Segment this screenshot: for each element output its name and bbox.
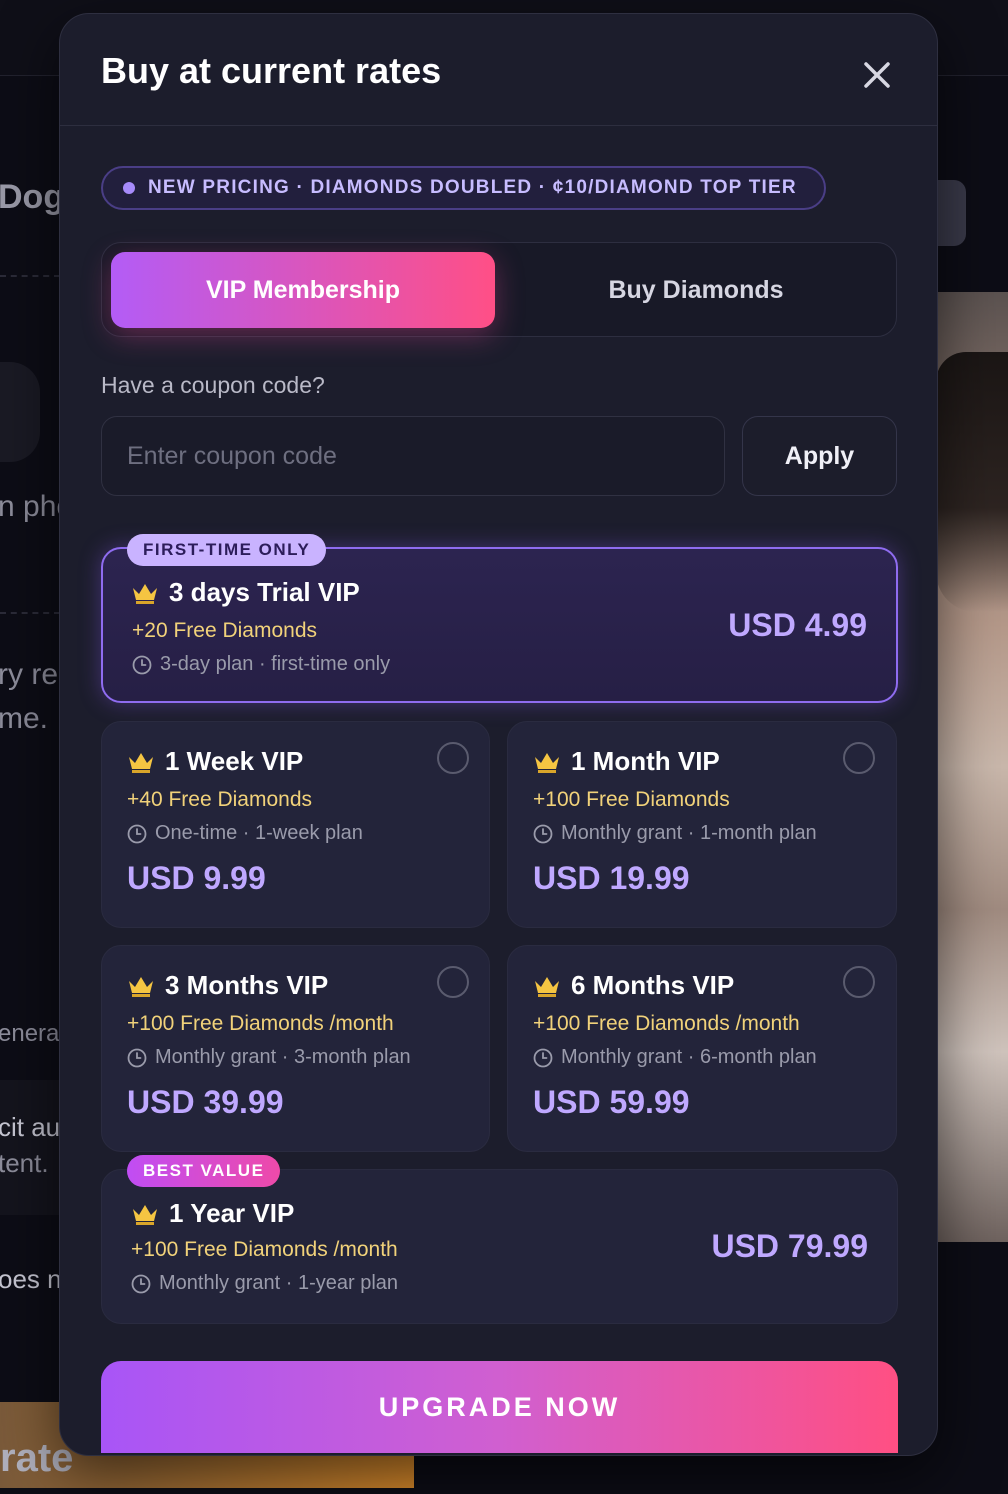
plan-title: 1 Week VIP bbox=[127, 746, 303, 777]
coupon-input[interactable] bbox=[101, 416, 725, 496]
plan-note-text: Monthly grant · 1-year plan bbox=[159, 1272, 399, 1294]
modal-header: Buy at current rates bbox=[60, 14, 937, 126]
plan-name: 1 Week VIP bbox=[165, 746, 304, 776]
coupon-label: Have a coupon code? bbox=[101, 372, 325, 398]
clock-icon bbox=[131, 1274, 151, 1293]
plan-bonus: +100 Free Diamonds /month bbox=[533, 1012, 800, 1035]
apply-button[interactable]: Apply bbox=[742, 416, 897, 496]
plan-title: 1 Month VIP bbox=[533, 746, 720, 777]
crown-icon bbox=[535, 752, 559, 773]
clock-icon bbox=[533, 1048, 553, 1067]
plan-note: One-time · 1-week plan bbox=[127, 822, 363, 845]
close-button[interactable] bbox=[858, 56, 896, 94]
plan-price: USD 9.99 bbox=[127, 860, 266, 896]
clock-icon bbox=[127, 1048, 147, 1067]
crown-icon bbox=[133, 1204, 157, 1225]
plan-note: Monthly grant · 1-year plan bbox=[131, 1272, 398, 1295]
plan-radio[interactable] bbox=[843, 966, 875, 998]
plan-bonus: +100 Free Diamonds bbox=[533, 788, 730, 811]
background-divider bbox=[0, 275, 60, 277]
tab-vip-membership[interactable]: VIP Membership bbox=[111, 252, 495, 328]
plan-card-6-months[interactable]: 6 Months VIP +100 Free Diamonds /month M… bbox=[507, 945, 897, 1152]
crown-icon bbox=[535, 976, 559, 997]
plan-price: USD 79.99 bbox=[711, 1228, 868, 1264]
plan-card-3-months[interactable]: 3 Months VIP +100 Free Diamonds /month M… bbox=[101, 945, 490, 1152]
background-text: tent. bbox=[0, 1148, 49, 1178]
plan-radio[interactable] bbox=[437, 966, 469, 998]
plan-radio[interactable] bbox=[437, 742, 469, 774]
notice-dot-icon bbox=[123, 182, 135, 194]
plan-title: 6 Months VIP bbox=[533, 970, 734, 1001]
plan-name: 1 Year VIP bbox=[169, 1198, 295, 1228]
buy-modal: Buy at current rates NEW PRICING · DIAMO… bbox=[59, 13, 938, 1456]
plan-note: Monthly grant · 6-month plan bbox=[533, 1046, 817, 1069]
close-icon bbox=[864, 62, 890, 88]
plan-name: 1 Month VIP bbox=[571, 746, 720, 776]
plan-name: 6 Months VIP bbox=[571, 970, 735, 1000]
plan-price: USD 59.99 bbox=[533, 1084, 690, 1120]
badge-first-time-only: FIRST-TIME ONLY bbox=[127, 534, 327, 566]
plan-note-text: Monthly grant · 3-month plan bbox=[155, 1046, 411, 1068]
background-text: cit au bbox=[0, 1112, 61, 1142]
pricing-notice-text: NEW PRICING · DIAMONDS DOUBLED · ¢10/DIA… bbox=[148, 177, 797, 198]
plan-price: USD 39.99 bbox=[127, 1084, 284, 1120]
plan-note: 3-day plan · first-time only bbox=[132, 653, 390, 676]
plan-card-trial[interactable]: 3 days Trial VIP +20 Free Diamonds 3-day… bbox=[101, 547, 898, 703]
plan-card-1-week[interactable]: 1 Week VIP +40 Free Diamonds One-time · … bbox=[101, 721, 490, 928]
background-pill bbox=[0, 362, 40, 462]
tab-buy-diamonds[interactable]: Buy Diamonds bbox=[504, 252, 888, 328]
clock-icon bbox=[127, 824, 147, 843]
pricing-notice: NEW PRICING · DIAMONDS DOUBLED · ¢10/DIA… bbox=[101, 166, 826, 210]
plan-note-text: One-time · 1-week plan bbox=[155, 822, 363, 844]
crown-icon bbox=[129, 752, 153, 773]
plan-price: USD 4.99 bbox=[728, 607, 867, 643]
crown-icon bbox=[133, 583, 157, 604]
plan-bonus: +20 Free Diamonds bbox=[132, 619, 318, 642]
background-side-box bbox=[936, 180, 966, 246]
background-text: enera bbox=[0, 1020, 60, 1047]
background-text: me. bbox=[0, 702, 49, 735]
plan-title: 1 Year VIP bbox=[131, 1198, 294, 1229]
plan-radio[interactable] bbox=[843, 742, 875, 774]
plan-card-1-month[interactable]: 1 Month VIP +100 Free Diamonds Monthly g… bbox=[507, 721, 897, 928]
background-divider bbox=[0, 612, 60, 614]
plan-note: Monthly grant · 1-month plan bbox=[533, 822, 817, 845]
clock-icon bbox=[533, 824, 553, 843]
background-text: rate bbox=[0, 1436, 74, 1480]
plan-card-1-year[interactable]: 1 Year VIP +100 Free Diamonds /month Mon… bbox=[101, 1169, 898, 1324]
upgrade-now-button[interactable]: UPGRADE NOW bbox=[101, 1361, 898, 1453]
plan-name: 3 Months VIP bbox=[165, 970, 329, 1000]
crown-icon bbox=[129, 976, 153, 997]
badge-best-value: BEST VALUE bbox=[127, 1155, 281, 1187]
plan-note-text: Monthly grant · 1-month plan bbox=[561, 822, 817, 844]
tab-bar: VIP Membership Buy Diamonds bbox=[101, 242, 897, 337]
background-text: oes n bbox=[0, 1264, 62, 1294]
background-photo bbox=[936, 292, 1008, 1242]
modal-title: Buy at current rates bbox=[101, 50, 442, 91]
plan-price: USD 19.99 bbox=[533, 860, 690, 896]
plan-name: 3 days Trial VIP bbox=[169, 577, 360, 607]
plan-bonus: +100 Free Diamonds /month bbox=[127, 1012, 394, 1035]
clock-icon bbox=[132, 655, 152, 674]
plan-title: 3 Months VIP bbox=[127, 970, 328, 1001]
plan-bonus: +40 Free Diamonds bbox=[127, 788, 313, 811]
background-text: ry re bbox=[0, 658, 58, 691]
plan-note: Monthly grant · 3-month plan bbox=[127, 1046, 411, 1069]
plan-note-text: 3-day plan · first-time only bbox=[160, 653, 391, 675]
plan-title: 3 days Trial VIP bbox=[131, 577, 360, 608]
plan-bonus: +100 Free Diamonds /month bbox=[131, 1238, 398, 1261]
plan-note-text: Monthly grant · 6-month plan bbox=[561, 1046, 817, 1068]
